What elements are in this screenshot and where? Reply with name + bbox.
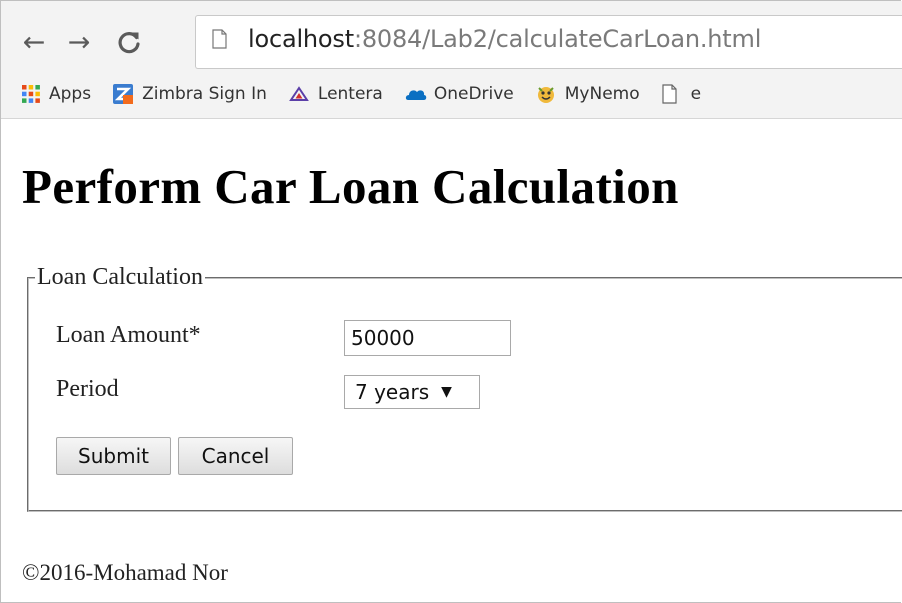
onedrive-icon bbox=[405, 84, 427, 104]
period-selected-value: 7 years bbox=[355, 380, 430, 404]
bookmark-label: MyNemo bbox=[564, 84, 640, 104]
period-label: Period bbox=[56, 376, 119, 402]
zimbra-icon bbox=[113, 84, 134, 104]
period-select[interactable]: 7 years ▼ bbox=[344, 375, 480, 409]
url-path: :8084/Lab2/calculateCarLoan.html bbox=[353, 25, 762, 53]
url-text[interactable]: localhost:8084/Lab2/calculateCarLoan.htm… bbox=[248, 25, 761, 53]
apps-grid-icon bbox=[21, 84, 41, 104]
bookmark-label: e bbox=[690, 84, 702, 104]
submit-button[interactable]: Submit bbox=[56, 437, 171, 475]
bookmark-label: Zimbra Sign In bbox=[142, 84, 267, 104]
arrow-right-icon[interactable]: → bbox=[64, 27, 94, 57]
bookmark-label: OneDrive bbox=[433, 84, 514, 104]
bookmark-apps[interactable]: Apps bbox=[21, 84, 91, 104]
arrow-left-icon[interactable]: ← bbox=[19, 27, 49, 57]
loan-amount-input[interactable] bbox=[344, 320, 511, 356]
bookmark-lentera[interactable]: Lentera bbox=[289, 84, 383, 104]
page-icon bbox=[212, 29, 227, 49]
bookmark-label: Apps bbox=[49, 84, 92, 104]
dropdown-arrow-icon: ▼ bbox=[441, 384, 452, 400]
bookmark-onedrive[interactable]: OneDrive bbox=[405, 84, 514, 104]
fieldset-legend: Loan Calculation bbox=[37, 264, 203, 290]
page-title: Perform Car Loan Calculation bbox=[22, 159, 679, 214]
lentera-icon bbox=[289, 84, 309, 104]
browser-toolbar: ← → localhost:8084/Lab2/calculateCarLoan… bbox=[1, 1, 902, 119]
address-bar[interactable]: localhost:8084/Lab2/calculateCarLoan.htm… bbox=[195, 15, 902, 69]
reload-icon[interactable] bbox=[114, 27, 144, 57]
bookmark-label: Lentera bbox=[317, 84, 383, 104]
bookmarks-bar: Apps Zimbra Sign In Lentera OneDrive MyN… bbox=[21, 80, 902, 108]
url-host: localhost bbox=[248, 25, 354, 53]
bookmark-mynemo[interactable]: MyNemo bbox=[536, 84, 640, 104]
loan-amount-label: Loan Amount* bbox=[56, 322, 201, 348]
mynemo-icon bbox=[536, 84, 556, 104]
cancel-button[interactable]: Cancel bbox=[178, 437, 293, 475]
bookmark-e[interactable]: e bbox=[662, 84, 701, 104]
page-icon bbox=[662, 84, 682, 104]
footer-copyright: ©2016-Mohamad Nor bbox=[22, 560, 228, 585]
bookmark-zimbra[interactable]: Zimbra Sign In bbox=[113, 84, 267, 104]
